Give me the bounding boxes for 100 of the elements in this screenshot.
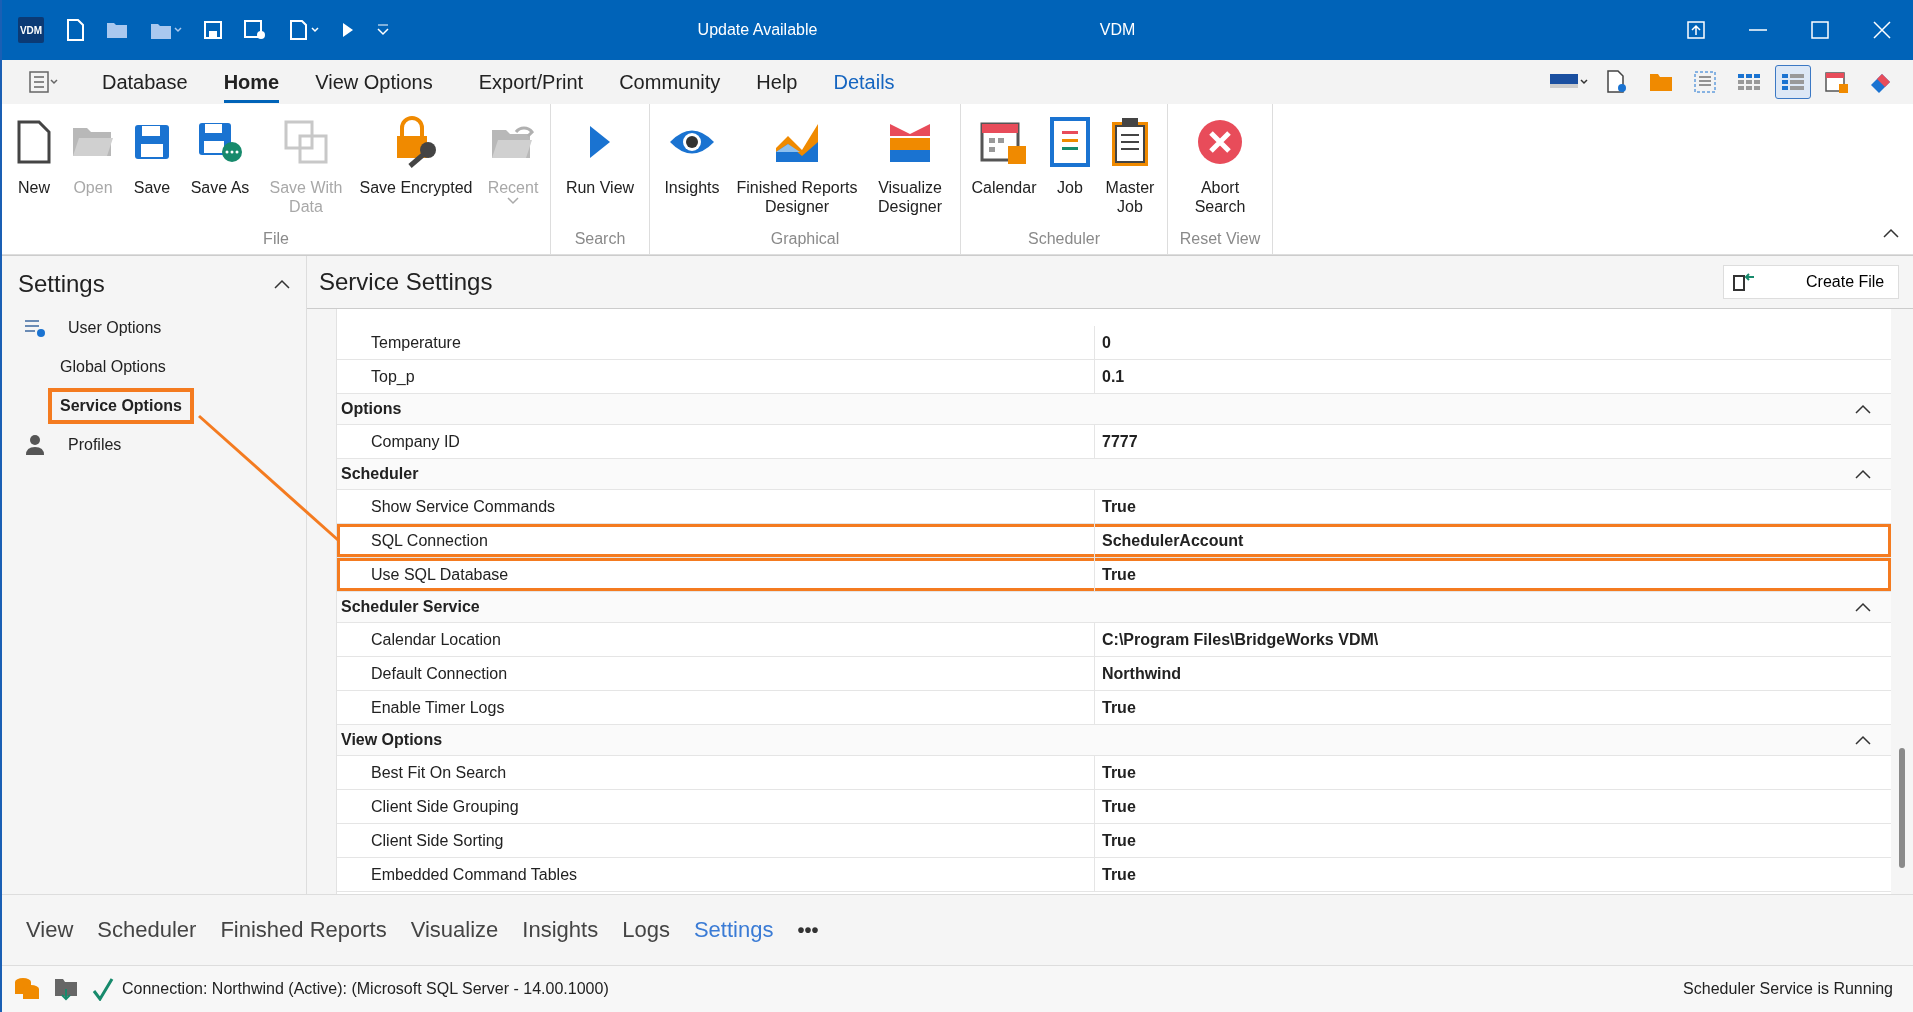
setting-name: Use SQL Database — [337, 558, 1095, 591]
setting-name: Client Side Sorting — [337, 824, 1095, 857]
view-tab[interactable]: Scheduler — [97, 917, 197, 943]
play-icon[interactable] — [342, 22, 354, 38]
setting-name: Calendar Location — [337, 623, 1095, 656]
group-header[interactable]: View Options — [337, 725, 1891, 756]
ribbon-button[interactable]: Save — [124, 114, 180, 230]
setting-value[interactable]: Northwind — [1095, 657, 1891, 690]
view-tab[interactable]: View — [26, 917, 74, 943]
ribbon-button[interactable]: New — [6, 114, 62, 230]
menu-tab[interactable]: View Options — [315, 65, 433, 103]
ribbon-button[interactable]: Job — [1045, 114, 1095, 230]
dashed-list-icon — [1694, 71, 1716, 93]
ribbon-button[interactable]: Save Encrypted — [354, 114, 478, 230]
view-tab[interactable]: Insights — [522, 917, 599, 943]
ribbon-group-label: Search — [573, 230, 627, 249]
list-caret-icon — [29, 71, 59, 93]
setting-value[interactable]: C:\Program Files\BridgeWorks VDM\ — [1095, 623, 1891, 656]
setting-value[interactable]: 0.1 — [1095, 360, 1891, 393]
play-icon — [588, 126, 612, 158]
panel-title: Service Settings — [319, 268, 493, 296]
ribbon-button[interactable]: Master Job — [1097, 114, 1163, 230]
setting-name: SQL Connection — [337, 524, 1095, 557]
app-logo: VDM — [18, 17, 44, 43]
collapse-ribbon-icon[interactable] — [1883, 228, 1899, 238]
ribbon-button[interactable]: Calendar — [965, 114, 1043, 230]
service-status: Scheduler Service is Running — [1683, 980, 1893, 998]
view-tab[interactable]: Logs — [622, 917, 670, 943]
collapse-icon[interactable] — [1855, 469, 1871, 479]
menu-tab[interactable]: Community — [619, 65, 721, 103]
ribbon-button[interactable]: Run View — [555, 114, 645, 230]
setting-name: Show Service Commands — [337, 490, 1095, 523]
ribbon-button[interactable]: Save As — [182, 114, 258, 230]
group-header[interactable]: Options — [337, 394, 1891, 425]
ribbon-button[interactable]: Abort Search — [1172, 114, 1268, 230]
setting-value[interactable]: True — [1095, 824, 1891, 857]
customize-caret-icon[interactable] — [376, 24, 390, 36]
sidebar-item[interactable]: Service Options — [48, 387, 194, 424]
setting-value[interactable]: True — [1095, 756, 1891, 789]
floppy-disk-icon — [198, 122, 242, 162]
setting-value[interactable]: True — [1095, 790, 1891, 823]
menu-tab[interactable]: Export/Print — [478, 65, 584, 103]
database-icon[interactable] — [14, 977, 40, 1001]
collapse-icon[interactable] — [1855, 404, 1871, 414]
menu-tab[interactable]: Help — [756, 65, 798, 103]
scroll-thumb[interactable] — [1899, 748, 1905, 868]
group-header[interactable]: Scheduler — [337, 459, 1891, 490]
menu-tab[interactable]: Database — [102, 65, 188, 103]
setting-name: Enable Timer Logs — [337, 691, 1095, 724]
setting-value[interactable]: True — [1095, 691, 1891, 724]
maximize-icon — [1811, 21, 1829, 39]
close-icon — [1873, 21, 1891, 39]
folder-download-icon[interactable] — [54, 977, 78, 1001]
ribbon-group-label: File — [262, 230, 290, 249]
group-header[interactable]: Scheduler Service — [337, 592, 1891, 623]
sidebar-item[interactable]: User Options — [56, 309, 174, 346]
ribbon-group-label: Scheduler — [1026, 230, 1101, 249]
window-title: VDM — [1098, 21, 1137, 39]
floppy-disk-icon[interactable] — [244, 20, 266, 40]
setting-name: Top_p — [337, 360, 1095, 393]
export-icon[interactable] — [288, 20, 320, 40]
ribbon-button[interactable]: Visualize Designer — [864, 114, 956, 230]
view-tab[interactable]: Settings — [693, 917, 774, 943]
file-arrow-icon — [1732, 272, 1756, 292]
setting-value[interactable]: True — [1095, 558, 1891, 591]
collapse-icon[interactable] — [1855, 602, 1871, 612]
sidebar-item[interactable]: Global Options — [48, 348, 178, 385]
setting-name: Best Fit On Search — [337, 756, 1095, 789]
collapse-icon[interactable] — [1855, 735, 1871, 745]
person-icon — [24, 433, 46, 456]
document-icon — [16, 120, 52, 164]
group-title: Scheduler Service — [341, 598, 480, 616]
view-tab[interactable]: Finished Reports — [220, 917, 387, 943]
close-circle-icon — [1197, 119, 1243, 165]
ribbon-button[interactable]: Insights — [654, 114, 730, 230]
setting-value[interactable]: SchedulerAccount — [1095, 524, 1891, 557]
setting-value[interactable]: 0 — [1095, 326, 1891, 359]
card-view-button[interactable] — [1775, 65, 1811, 99]
ribbon-group-label: Graphical — [769, 230, 841, 249]
ribbon-button[interactable]: Finished Reports Designer — [732, 114, 862, 230]
setting-value[interactable]: True — [1095, 490, 1891, 523]
area-chart-icon — [774, 122, 820, 162]
new-document-icon[interactable] — [66, 19, 84, 41]
list-document-icon — [1050, 117, 1090, 167]
ribbon-group-label: Reset View — [1178, 230, 1262, 249]
more-button[interactable]: ••• — [797, 918, 819, 942]
setting-name: Default Connection — [337, 657, 1095, 690]
menu-tab[interactable]: Details — [833, 65, 895, 103]
folder-icon[interactable] — [106, 21, 128, 39]
update-notice[interactable]: Update Available — [607, 21, 908, 39]
padlock-key-icon — [394, 116, 438, 168]
create-file-button[interactable]: Create File — [1723, 265, 1899, 299]
sidebar-item[interactable]: Profiles — [56, 426, 134, 463]
setting-value[interactable]: True — [1095, 858, 1891, 891]
caret-icon — [507, 197, 519, 205]
grid-icon — [1782, 74, 1804, 90]
view-tab[interactable]: Visualize — [410, 917, 499, 943]
group-title: Scheduler — [341, 465, 419, 483]
setting-value[interactable]: 7777 — [1095, 425, 1891, 458]
collapse-icon[interactable] — [274, 279, 290, 289]
